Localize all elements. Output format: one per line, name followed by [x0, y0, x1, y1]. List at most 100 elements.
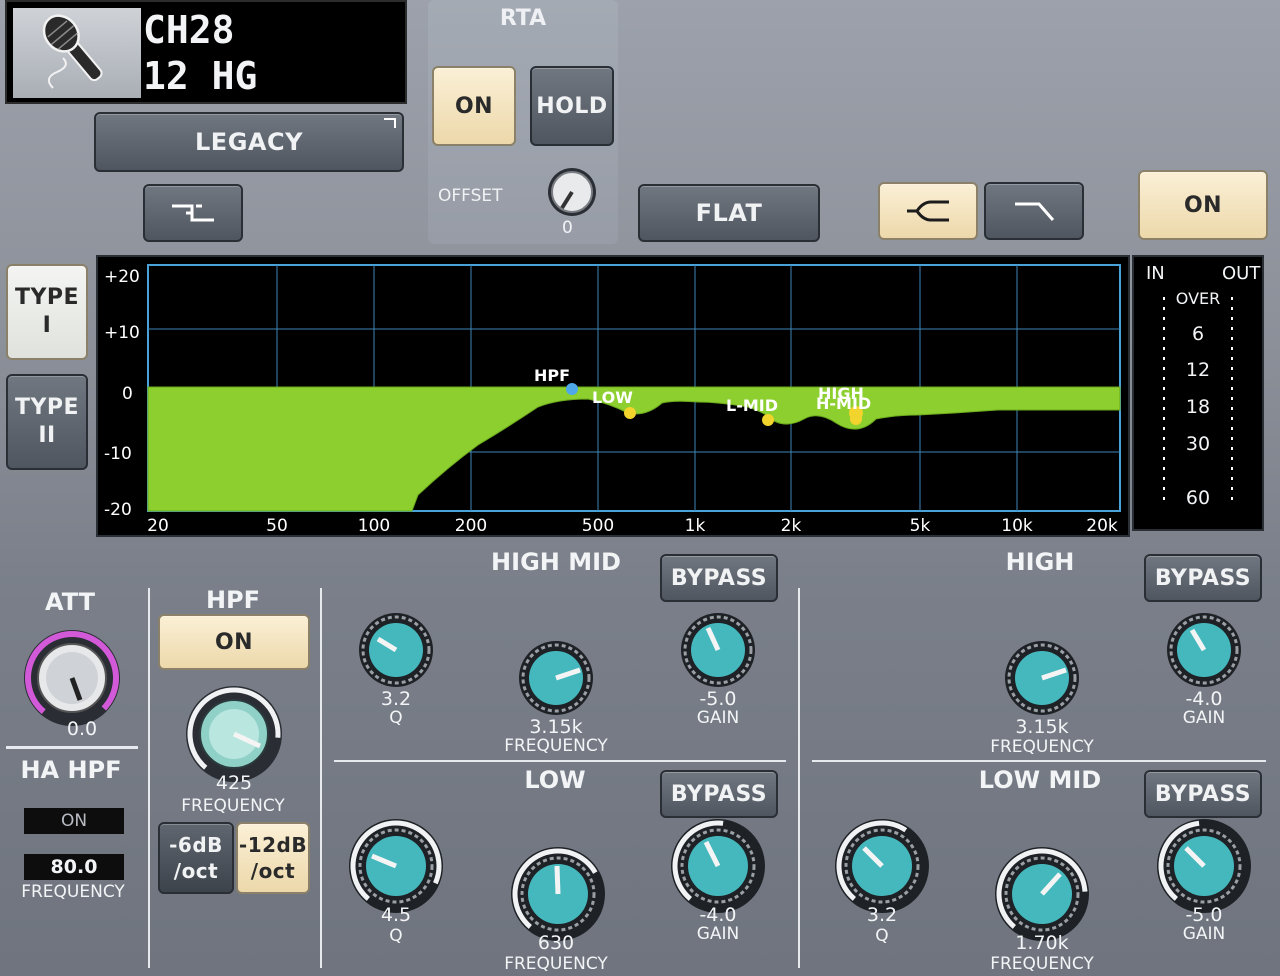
- hpf-frequency-value: 425: [215, 772, 253, 794]
- divider: [6, 746, 138, 749]
- channel-name: 12 HG: [143, 54, 258, 98]
- att-value: 0.0: [66, 718, 98, 740]
- x-tick: 20: [147, 516, 169, 535]
- type-1-label: TYPE: [14, 285, 80, 310]
- popup-corner-icon: [384, 118, 396, 128]
- low-frequency-knob[interactable]: [510, 846, 606, 942]
- y-tick: +20: [104, 267, 140, 287]
- x-tick: 50: [266, 516, 288, 535]
- high-mid-frequency-label: FREQUENCY: [504, 736, 608, 756]
- high-mid-gain-knob[interactable]: [680, 612, 756, 688]
- type-2-button[interactable]: TYPE II: [6, 374, 88, 470]
- meter-scale-6: 6: [1191, 323, 1205, 345]
- low-mid-marker-label: L-MID: [726, 396, 778, 415]
- hpf-slope-12db-unit: /oct: [250, 859, 296, 883]
- low-mid-bypass-button[interactable]: BYPASS: [1144, 770, 1262, 818]
- low-bypass-label: BYPASS: [670, 781, 768, 807]
- low-title: LOW: [524, 766, 586, 794]
- divider: [798, 588, 800, 968]
- rta-offset-label: OFFSET: [438, 186, 503, 206]
- hpf-slope-6db-button[interactable]: -6dB /oct: [158, 822, 234, 894]
- y-tick: -20: [104, 500, 132, 520]
- hpf-frequency-label: FREQUENCY: [181, 796, 285, 816]
- eq-on-label: ON: [1183, 192, 1223, 218]
- channel-id: CH28: [143, 8, 235, 52]
- meter-scale-30: 30: [1185, 433, 1211, 455]
- divider: [320, 588, 322, 968]
- x-tick: 1k: [685, 516, 706, 535]
- x-tick: 200: [455, 516, 487, 535]
- type-1-numeral: I: [42, 313, 52, 338]
- level-meter: IN OUT OVER 6 12 18 30 60: [1132, 255, 1264, 531]
- channel-header[interactable]: CH28 12 HG: [5, 0, 407, 104]
- rta-panel: RTA ON HOLD OFFSET 0: [428, 0, 618, 244]
- x-tick: 10k: [1001, 516, 1033, 535]
- high-mid-q-label: Q: [389, 708, 403, 728]
- high-bypass-label: BYPASS: [1154, 565, 1252, 591]
- high-mid-gain-value: -5.0: [699, 688, 737, 710]
- att-knob[interactable]: [22, 628, 122, 728]
- high-bypass-button[interactable]: BYPASS: [1144, 554, 1262, 602]
- high-marker[interactable]: [850, 413, 862, 425]
- low-bypass-button[interactable]: BYPASS: [660, 770, 778, 818]
- low-gain-knob[interactable]: [670, 818, 766, 914]
- low-mid-marker[interactable]: [762, 414, 774, 426]
- low-mid-title: LOW MID: [978, 766, 1102, 794]
- rta-offset-value: 0: [562, 218, 573, 238]
- microphone-icon: [13, 8, 141, 98]
- att-title: ATT: [44, 588, 95, 616]
- high-mid-q-knob[interactable]: [358, 612, 434, 688]
- legacy-button[interactable]: LEGACY: [94, 112, 404, 172]
- x-tick: 2k: [781, 516, 802, 535]
- rta-offset-knob[interactable]: [546, 166, 598, 218]
- divider: [148, 588, 150, 968]
- legacy-label: LEGACY: [195, 128, 303, 156]
- low-mid-gain-knob[interactable]: [1156, 818, 1252, 914]
- high-mid-frequency-knob[interactable]: [518, 640, 594, 716]
- high-frequency-label: FREQUENCY: [990, 737, 1094, 757]
- x-tick: 500: [582, 516, 614, 535]
- input-routing-button[interactable]: [143, 184, 243, 242]
- eq-on-button[interactable]: ON: [1138, 170, 1268, 240]
- high-mid-bypass-button[interactable]: BYPASS: [660, 554, 778, 602]
- rta-on-label: ON: [454, 93, 494, 119]
- ha-hpf-on-button[interactable]: ON: [24, 808, 124, 834]
- meter-scale-60: 60: [1185, 487, 1211, 509]
- hpf-title: HPF: [205, 586, 261, 614]
- low-mid-frequency-value: 1.70k: [1015, 932, 1069, 954]
- high-frequency-value: 3.15k: [1015, 716, 1069, 738]
- high-pass-type-button[interactable]: [984, 182, 1084, 240]
- hpf-on-label: ON: [214, 629, 254, 655]
- hpf-frequency-knob[interactable]: [184, 684, 284, 784]
- low-mid-frequency-knob[interactable]: [994, 846, 1090, 942]
- high-gain-label: GAIN: [1182, 708, 1226, 728]
- high-frequency-knob[interactable]: [1004, 640, 1080, 716]
- low-mid-q-label: Q: [875, 926, 889, 946]
- hpf-slope-12db-button[interactable]: -12dB /oct: [236, 822, 310, 894]
- meter-scale-18: 18: [1185, 396, 1211, 418]
- flat-button[interactable]: FLAT: [638, 184, 820, 242]
- high-mid-title: HIGH MID: [491, 548, 621, 576]
- low-mid-q-value: 3.2: [866, 904, 898, 926]
- low-frequency-label: FREQUENCY: [504, 954, 608, 974]
- low-frequency-value: 630: [537, 932, 575, 954]
- low-mid-q-knob[interactable]: [834, 818, 930, 914]
- ha-hpf-title: HA HPF: [20, 756, 122, 784]
- low-mid-frequency-label: FREQUENCY: [990, 954, 1094, 974]
- rta-hold-label: HOLD: [536, 93, 608, 119]
- type-2-label: TYPE: [14, 395, 80, 420]
- y-tick: 0: [122, 384, 133, 404]
- ha-hpf-frequency-field[interactable]: 80.0: [24, 854, 124, 880]
- hpf-on-button[interactable]: ON: [158, 614, 310, 670]
- eq-graph[interactable]: HPF LOW L-MID H-MID HIGH +20 +10 0 -10 -…: [96, 255, 1130, 537]
- rta-hold-button[interactable]: HOLD: [530, 66, 614, 146]
- type-1-button[interactable]: TYPE I: [6, 264, 88, 360]
- ha-hpf-frequency-value: 80.0: [50, 856, 98, 878]
- low-q-knob[interactable]: [348, 818, 444, 914]
- low-shelf-type-button[interactable]: [878, 182, 978, 240]
- rta-on-button[interactable]: ON: [432, 66, 516, 146]
- divider: [812, 760, 1266, 762]
- low-pass-filter-icon: [1015, 202, 1055, 221]
- high-gain-knob[interactable]: [1166, 612, 1242, 688]
- low-marker[interactable]: [624, 407, 636, 419]
